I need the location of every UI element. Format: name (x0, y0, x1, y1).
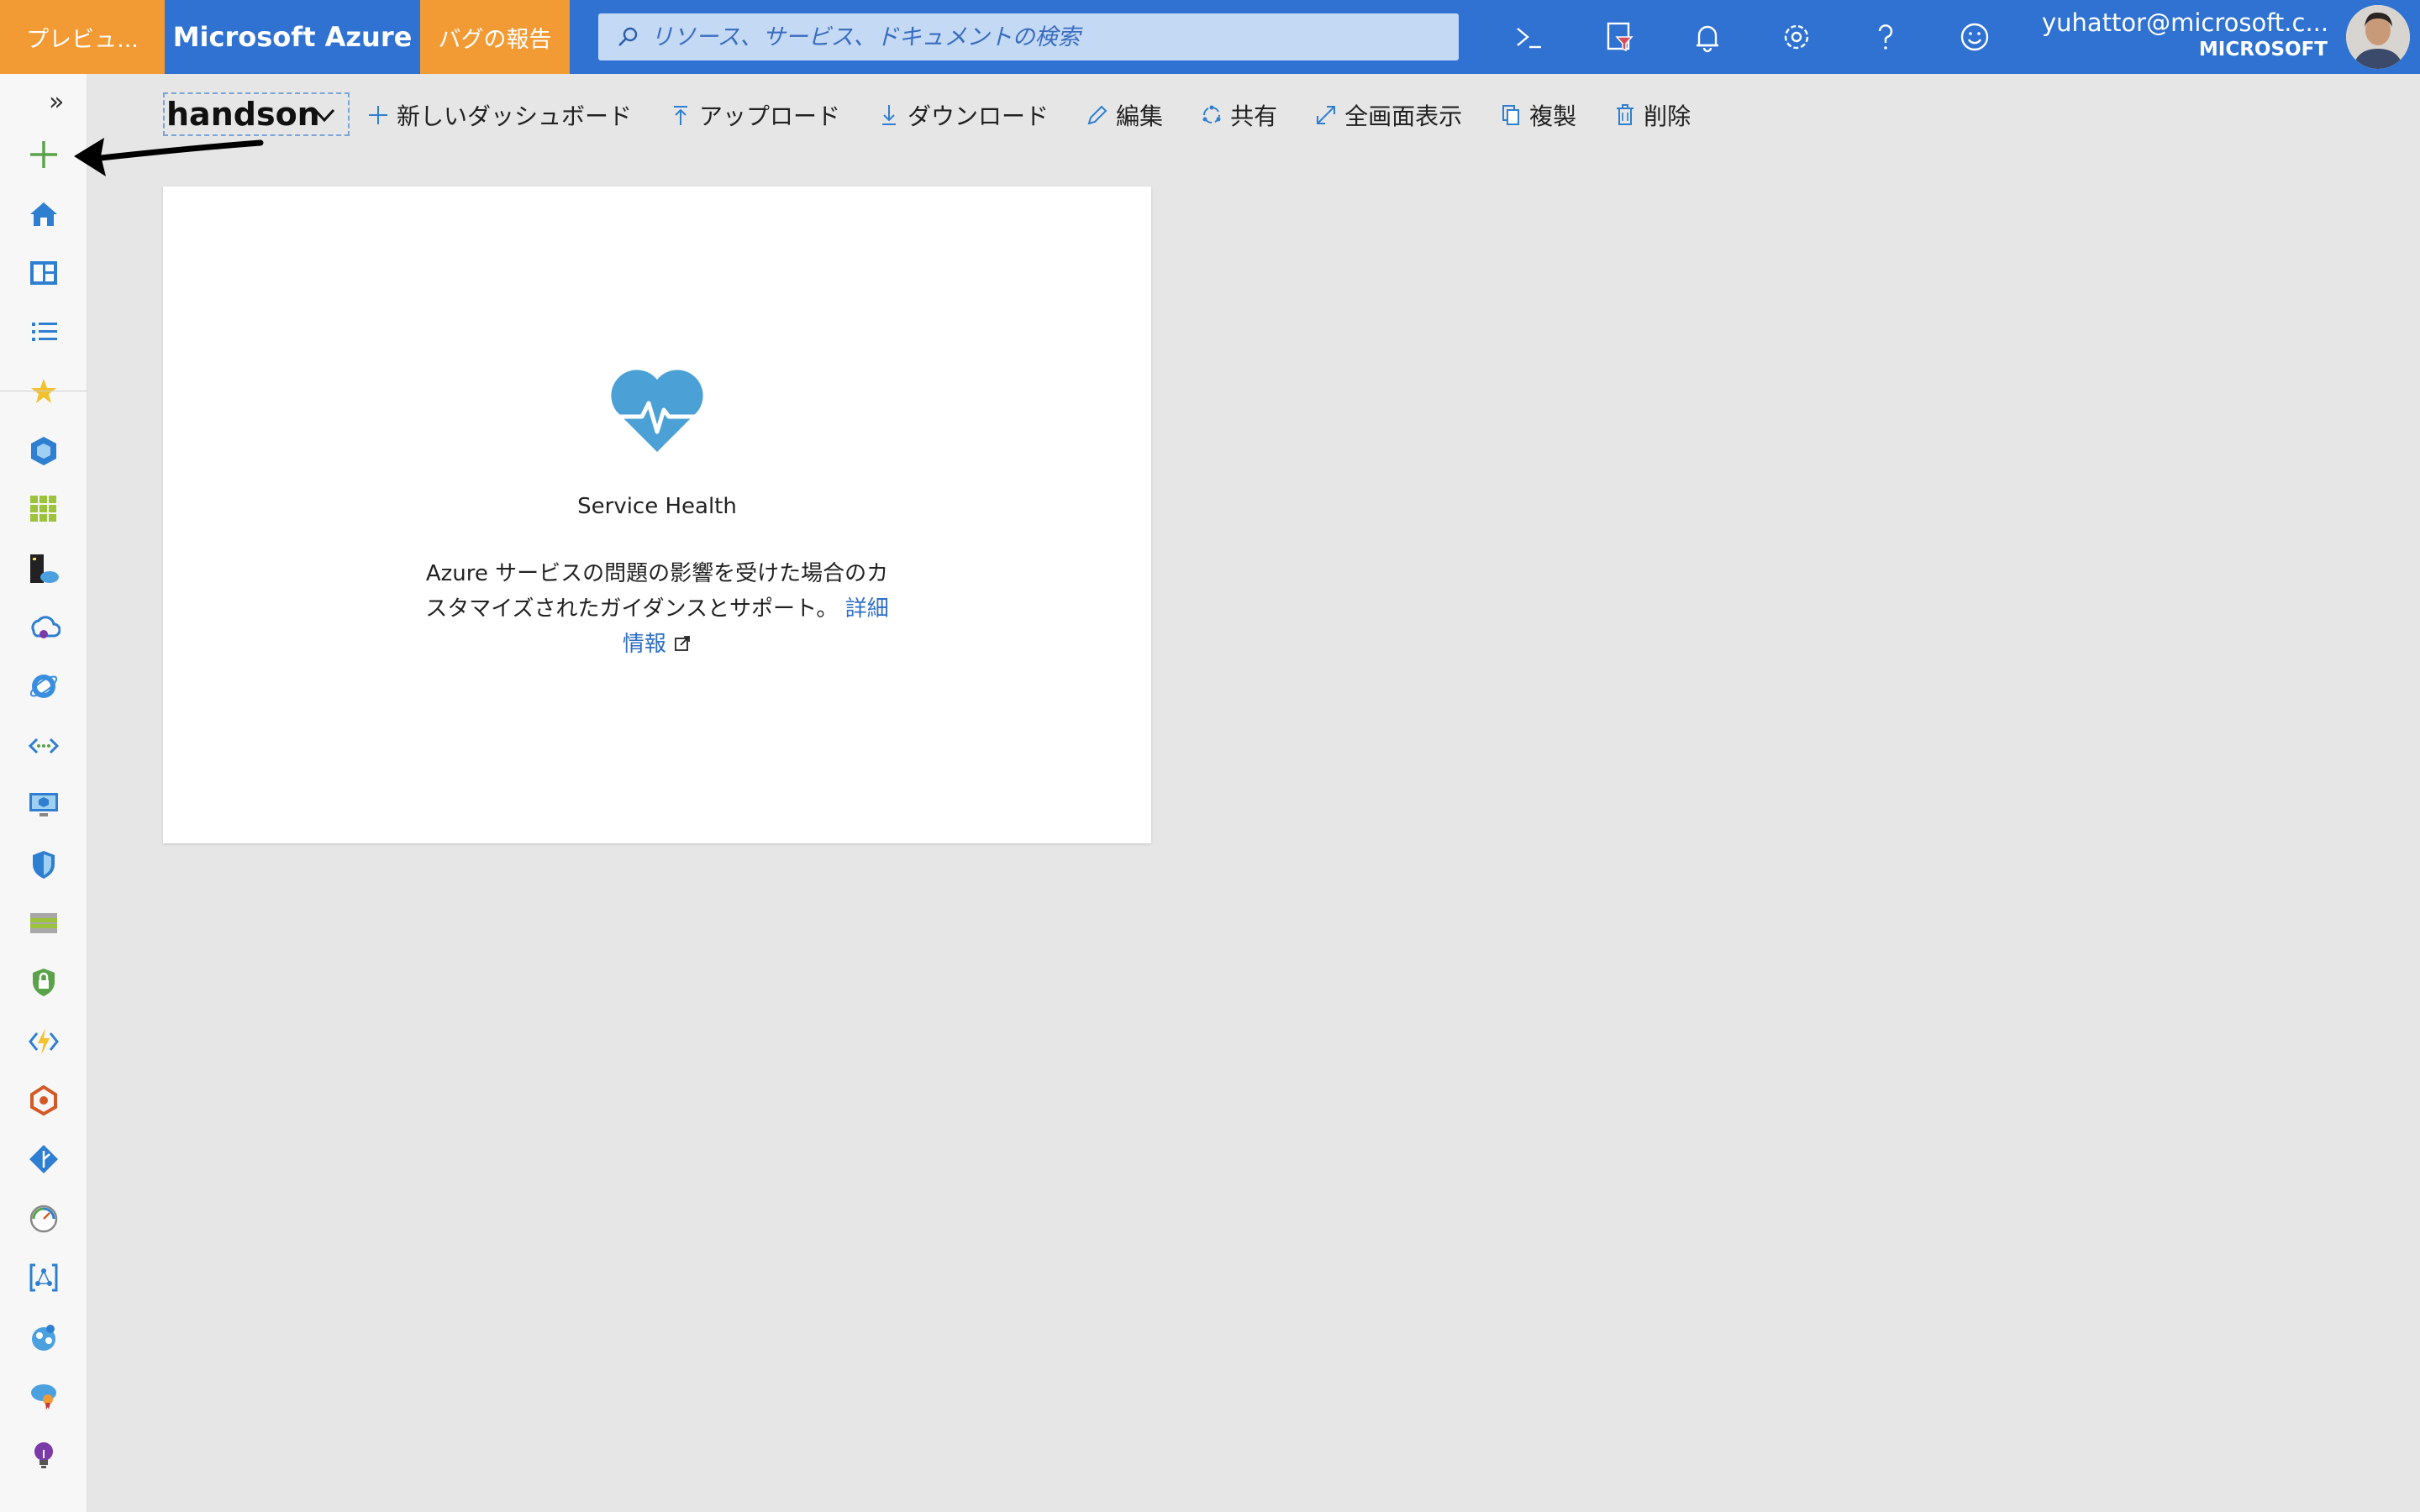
search-icon (618, 27, 638, 46)
edit-label: 編集 (1116, 102, 1164, 130)
app-services-icon[interactable] (24, 549, 64, 589)
pencil-icon (1087, 105, 1107, 125)
devops-icon[interactable] (24, 1139, 64, 1179)
key-vault-icon[interactable] (24, 962, 64, 1002)
external-link-icon (675, 636, 691, 651)
help-icon[interactable] (1860, 12, 1911, 62)
download-label: ダウンロード (908, 102, 1050, 130)
preview-tab[interactable]: プレビュ... (0, 0, 165, 74)
delete-button[interactable]: 削除 (1613, 98, 1691, 132)
function-app-icon[interactable] (24, 1021, 64, 1062)
left-sidebar: » (0, 74, 87, 1512)
account-org: MICROSOFT (2198, 39, 2328, 60)
search-box[interactable] (598, 13, 1459, 60)
tile-title: Service Health (577, 494, 737, 519)
kubernetes-icon[interactable] (24, 1080, 64, 1121)
monitor-icon[interactable] (24, 1199, 64, 1239)
all-resources-icon[interactable] (24, 430, 64, 470)
edit-button[interactable]: 編集 (1086, 98, 1163, 132)
description-line-1: Azure サービスの問題の影響を受けた場合のカ (425, 561, 889, 586)
security-center-icon[interactable] (24, 844, 64, 885)
fullscreen-button[interactable]: 全画面表示 (1314, 98, 1462, 132)
advisor-icon[interactable] (24, 1376, 64, 1416)
learn-more-link-part2[interactable]: 情報 (623, 632, 666, 657)
create-resource-icon[interactable] (24, 134, 64, 175)
account-menu[interactable]: yuhattor@microsoft.c... MICROSOFT (2042, 8, 2328, 60)
upload-label: アップロード (699, 102, 841, 130)
share-button[interactable]: 共有 (1200, 98, 1277, 132)
search-input[interactable] (650, 24, 1440, 50)
share-icon (1202, 105, 1221, 123)
account-email: yuhattor@microsoft.c... (2042, 8, 2328, 37)
service-health-tile[interactable]: Service Health Azure サービスの問題の影響を受けた場合のカ … (163, 186, 1151, 843)
description-line-2: スタマイズされたガイダンスとサポート。 (425, 596, 839, 622)
tile-description: Azure サービスの問題の影響を受けた場合のカ スタマイズされたガイダンスとサ… (415, 556, 899, 662)
cloud-service-icon[interactable] (24, 607, 64, 648)
fullscreen-icon (1317, 106, 1336, 124)
avatar[interactable] (2346, 5, 2410, 69)
all-services-icon[interactable] (24, 312, 64, 352)
bug-report-tab[interactable]: バグの報告 (420, 0, 570, 74)
delete-label: 削除 (1644, 102, 1691, 130)
learn-more-link-part1[interactable]: 詳細 (845, 596, 889, 622)
storage-icon[interactable] (24, 903, 64, 943)
upload-icon (674, 106, 688, 125)
notifications-icon[interactable] (1682, 12, 1733, 62)
share-label: 共有 (1230, 102, 1278, 130)
home-icon[interactable] (24, 194, 64, 234)
download-icon (882, 105, 897, 125)
cloud-shell-icon[interactable] (1504, 12, 1555, 62)
cosmos-db-icon[interactable] (24, 666, 64, 706)
expand-sidebar-button[interactable]: » (49, 87, 64, 117)
fullscreen-label: 全画面表示 (1344, 102, 1463, 130)
trash-icon (1617, 104, 1634, 125)
virtual-machines-icon[interactable] (24, 785, 64, 825)
directory-filter-icon[interactable] (1593, 12, 1644, 62)
dashboard-name: handson (166, 96, 320, 133)
logic-apps-icon[interactable] (24, 1257, 64, 1298)
settings-icon[interactable] (1771, 12, 1822, 62)
clone-button[interactable]: 複製 (1499, 98, 1576, 132)
plus-icon (369, 106, 387, 124)
dashboard-toolbar: 新しいダッシュボード アップロード ダウンロード 編集 共有 全画面表示 複製 … (366, 96, 1728, 134)
top-bar: プレビュ... Microsoft Azure バグの報告 yuhattor@m… (0, 0, 2420, 74)
chevron-down-icon (313, 108, 335, 123)
dashboard-icon[interactable] (24, 253, 64, 293)
favorites-star-icon (24, 371, 64, 412)
clone-label: 複製 (1529, 102, 1577, 130)
dashboard-selector[interactable]: handson (163, 92, 350, 136)
upload-button[interactable]: アップロード (669, 98, 840, 132)
new-dashboard-label: 新しいダッシュボード (397, 102, 633, 130)
service-fabric-icon[interactable] (24, 1317, 64, 1357)
virtual-network-icon[interactable] (24, 726, 64, 766)
heart-pulse-icon (611, 370, 703, 452)
new-dashboard-button[interactable]: 新しいダッシュボード (366, 98, 632, 132)
resource-groups-icon[interactable] (24, 489, 64, 529)
clone-icon (1502, 105, 1520, 125)
download-button[interactable]: ダウンロード (877, 98, 1049, 132)
lightbulb-icon[interactable] (24, 1435, 64, 1475)
feedback-icon[interactable] (1949, 12, 2000, 62)
portal-brand-link[interactable]: Microsoft Azure (165, 0, 420, 74)
